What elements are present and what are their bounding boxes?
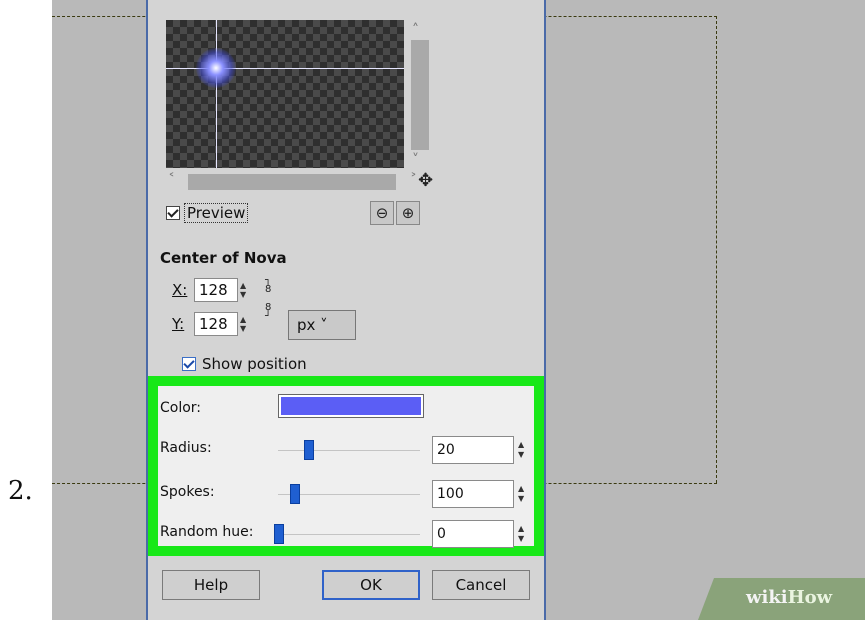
color-swatch-fill: [281, 397, 421, 415]
selection-border-right: [716, 16, 717, 483]
nova-glow: [196, 48, 236, 88]
random-hue-spinner[interactable]: ▲ ▼: [518, 520, 530, 548]
scrollbar-track[interactable]: [188, 174, 396, 190]
radius-label-text: Radius:: [160, 440, 212, 456]
zoom-out-icon: ⊖: [375, 204, 389, 222]
y-input[interactable]: 128: [194, 312, 238, 336]
preview-pane[interactable]: [166, 20, 404, 168]
radius-spinner[interactable]: ▲ ▼: [518, 436, 530, 464]
random-hue-slider-thumb[interactable]: [274, 524, 284, 544]
radius-label: Radius:: [160, 440, 212, 456]
preview-horizontal-scrollbar[interactable]: ˂ ˃: [166, 172, 417, 192]
scroll-left-icon[interactable]: ˂: [168, 172, 175, 188]
preview-label: Preview: [184, 203, 249, 223]
nova-settings-highlight: Color: Radius: 20 ▲ ▼ Spokes: 100 ▲ ▼ Rand…: [148, 376, 544, 556]
color-label-text: Color:: [160, 400, 202, 416]
spokes-label-text: Spokes:: [160, 484, 215, 500]
checkbox-icon[interactable]: [182, 357, 196, 371]
chevron-down-icon: ˅: [315, 316, 328, 334]
cancel-button[interactable]: Cancel: [432, 570, 530, 600]
crosshair-vertical: [216, 20, 217, 168]
scrollbar-track[interactable]: [411, 40, 429, 150]
preview-vertical-scrollbar[interactable]: ˄ ˅: [408, 20, 430, 172]
color-button[interactable]: [278, 394, 424, 418]
zoom-out-button[interactable]: ⊖: [370, 201, 394, 225]
x-spinner[interactable]: ▲ ▼: [240, 278, 252, 302]
show-position-label: Show position: [202, 355, 307, 373]
spokes-label: Spokes:: [160, 484, 215, 500]
color-label: Color:: [160, 400, 201, 416]
random-hue-slider-track[interactable]: [278, 534, 420, 535]
center-of-nova-title: Center of Nova: [160, 249, 287, 267]
x-label: X:: [172, 281, 188, 299]
move-icon[interactable]: ✥: [418, 170, 433, 191]
zoom-in-button[interactable]: ⊕: [396, 201, 420, 225]
step-number: 2.: [8, 476, 33, 506]
zoom-in-icon: ⊕: [401, 204, 415, 222]
ok-button[interactable]: OK: [322, 570, 420, 600]
show-position-checkbox[interactable]: Show position: [182, 355, 307, 373]
wikihow-watermark: wikiHow: [698, 578, 865, 620]
x-coordinate-row: X: 128 ▲ ▼: [172, 278, 252, 302]
watermark-text-b: How: [787, 587, 833, 608]
random-hue-label: Random hue:: [160, 524, 254, 540]
unit-select[interactable]: px ˅: [288, 310, 356, 340]
scroll-down-icon[interactable]: ˅: [412, 152, 419, 168]
supernova-dialog: ˄ ˅ ˂ ˃ ✥ Preview ⊖ ⊕ Center of Nova X: …: [146, 0, 546, 620]
spokes-slider-thumb[interactable]: [290, 484, 300, 504]
watermark-text-a: wiki: [746, 587, 788, 608]
preview-checkbox[interactable]: Preview: [166, 203, 249, 223]
x-input[interactable]: 128: [194, 278, 238, 302]
radius-slider-track[interactable]: [278, 450, 420, 451]
y-label: Y:: [172, 315, 185, 333]
radius-slider-thumb[interactable]: [304, 440, 314, 460]
random-hue-input[interactable]: 0: [432, 520, 514, 548]
help-button[interactable]: Help: [162, 570, 260, 600]
radius-input[interactable]: 20: [432, 436, 514, 464]
scroll-up-icon[interactable]: ˄: [412, 22, 419, 38]
y-coordinate-row: Y: 128 ▲ ▼: [172, 312, 252, 336]
checkbox-icon[interactable]: [166, 206, 180, 220]
unit-value: px: [297, 316, 316, 334]
chain-icon[interactable]: ┐ 8 8 ┘: [265, 276, 271, 322]
spokes-input[interactable]: 100: [432, 480, 514, 508]
spokes-spinner[interactable]: ▲ ▼: [518, 480, 530, 508]
scroll-right-icon[interactable]: ˃: [410, 172, 417, 188]
random-hue-label-text: Random hue:: [160, 524, 254, 540]
y-spinner[interactable]: ▲ ▼: [240, 312, 252, 336]
